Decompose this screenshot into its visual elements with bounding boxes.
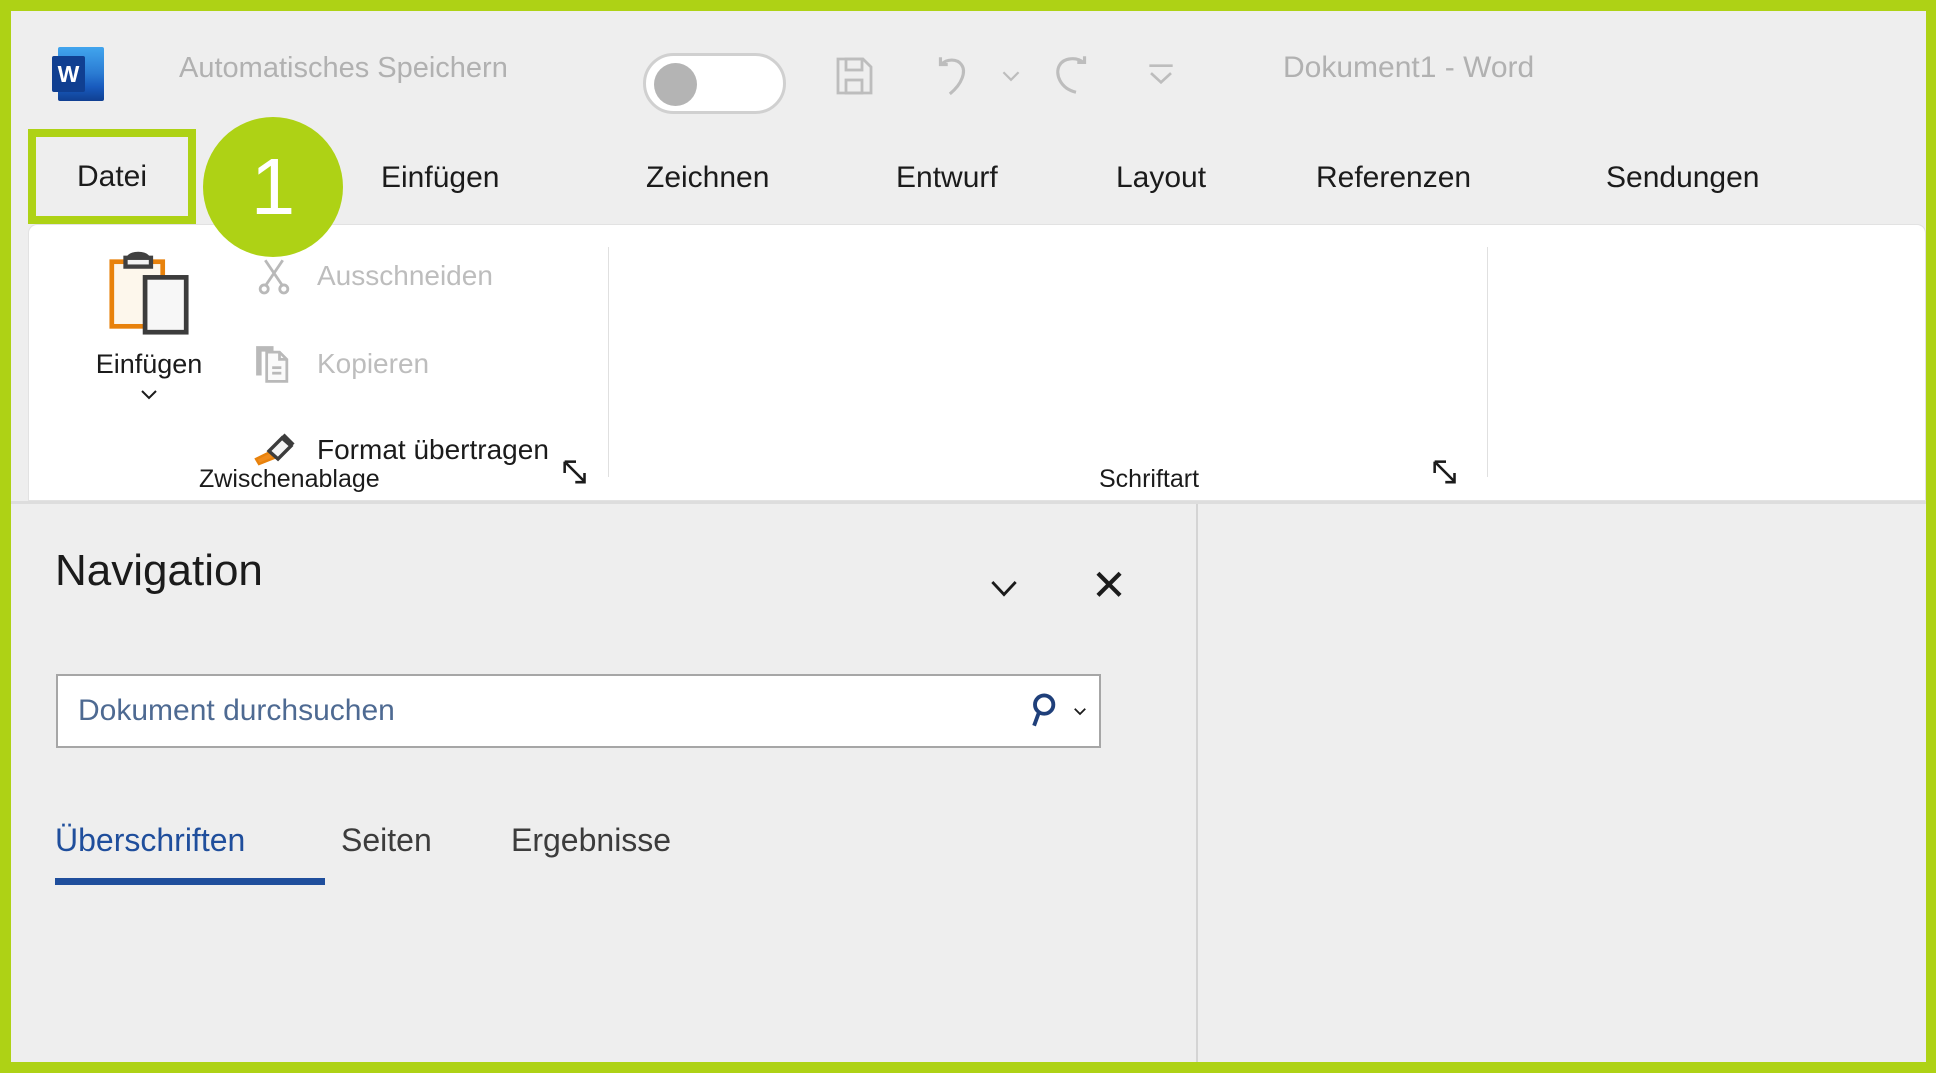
save-icon[interactable] <box>823 45 885 107</box>
word-logo-front: W <box>52 56 85 92</box>
document-search-box[interactable] <box>56 674 1101 748</box>
quick-access-toolbar-chevron-icon[interactable] <box>1141 54 1181 94</box>
font-group-label: Schriftart <box>1099 465 1199 494</box>
nav-tab-ueberschriften[interactable]: Überschriften <box>55 822 245 859</box>
document-title: Dokument1 - Word <box>1283 51 1534 85</box>
autosave-toggle[interactable] <box>643 53 786 114</box>
document-canvas[interactable] <box>1196 504 1926 1062</box>
title-bar: W Automatisches Speichern <box>11 11 1926 129</box>
nav-tab-ergebnisse[interactable]: Ergebnisse <box>511 822 671 859</box>
undo-icon[interactable] <box>923 45 985 107</box>
navigation-pane: Navigation ✕ <box>11 504 1196 1062</box>
step-number-badge: 1 <box>203 117 343 257</box>
nav-tab-seiten[interactable]: Seiten <box>341 822 432 859</box>
tab-sendungen[interactable]: Sendungen <box>1606 129 1760 226</box>
word-application-window: W Automatisches Speichern <box>11 11 1926 1062</box>
tab-datei[interactable]: Datei <box>28 129 196 224</box>
cut-label: Ausschneiden <box>317 260 493 292</box>
search-input[interactable] <box>78 694 1015 728</box>
clipboard-dialog-launcher-icon[interactable] <box>559 456 593 490</box>
copy-button[interactable]: Kopieren <box>243 335 429 393</box>
navigation-pane-chevron-down-icon[interactable] <box>976 562 1032 612</box>
word-logo-icon: W <box>52 47 104 101</box>
paste-button[interactable]: Einfügen <box>69 243 229 443</box>
navigation-pane-title: Navigation <box>55 546 263 596</box>
close-icon: ✕ <box>1091 565 1127 608</box>
copy-icon <box>243 336 305 392</box>
clipboard-group-label: Zwischenablage <box>199 465 380 494</box>
autosave-toggle-knob <box>654 63 697 106</box>
tab-referenzen[interactable]: Referenzen <box>1316 129 1471 226</box>
work-area: Navigation ✕ <box>11 501 1926 1062</box>
paste-icon <box>102 247 196 343</box>
annotated-screenshot-frame: W Automatisches Speichern <box>0 0 1936 1073</box>
tab-einfuegen[interactable]: Einfügen <box>381 129 499 226</box>
format-painter-label: Format übertragen <box>317 434 549 466</box>
paste-label: Einfügen <box>96 349 203 380</box>
step-number-label: 1 <box>251 147 296 227</box>
copy-label: Kopieren <box>317 348 429 380</box>
search-button[interactable] <box>1015 676 1099 746</box>
tab-zeichnen[interactable]: Zeichnen <box>646 129 769 226</box>
ribbon: Einfügen Ausschneiden <box>28 224 1926 501</box>
redo-icon[interactable] <box>1040 45 1102 107</box>
group-separator <box>608 247 609 477</box>
paste-dropdown-chevron-icon[interactable] <box>134 382 164 408</box>
nav-active-tab-underline <box>55 878 325 885</box>
autosave-label: Automatisches Speichern <box>179 52 508 85</box>
tab-entwurf[interactable]: Entwurf <box>896 129 998 226</box>
group-separator <box>1487 247 1488 477</box>
font-dialog-launcher-icon[interactable] <box>1429 456 1463 490</box>
navigation-pane-close-button[interactable]: ✕ <box>1081 560 1137 612</box>
tab-layout[interactable]: Layout <box>1116 129 1206 226</box>
undo-dropdown-chevron-icon[interactable] <box>993 58 1029 94</box>
